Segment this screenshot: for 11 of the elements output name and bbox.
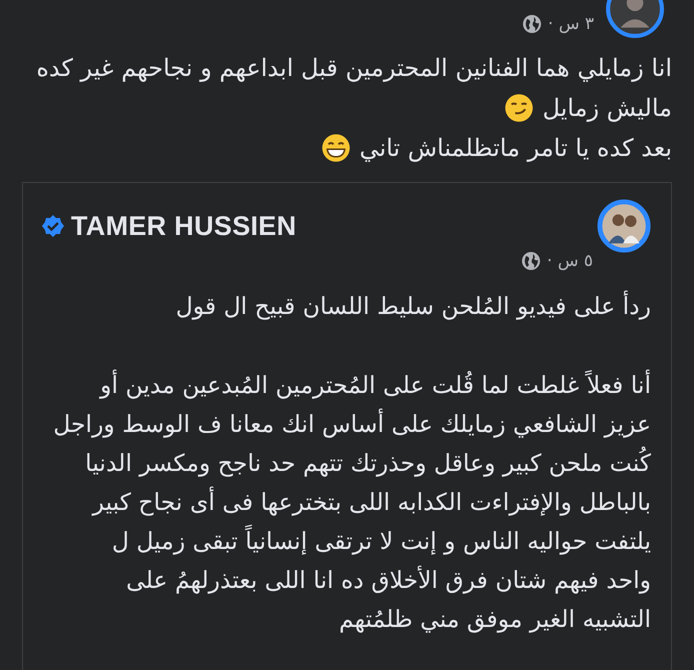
- author-name[interactable]: TAMER HUSSIEN: [71, 210, 296, 242]
- timestamp[interactable]: ٣ س ·: [548, 14, 594, 34]
- post-paragraph: أنا فعلاً غلطت لما قُلت على المُحترمين المُبدعين مدين أو عزيز الشافعي زمايلك على أساس انك معانا ف الوسط وراجل كُنت ملحن كبير وعاقل وحذرتك تتهم حد ناجح ومكسر الدنيا بالباطل والإفتراءت الكدابه اللى بتخترعها فى أى نجاح كبير يلتفت حواليه الناس و إنت لا ترتقى إنسانياً تبقى زميل ل واحد فيهم شتان فرق الأخلاق ده انا اللى بعتذرلهمُ على التشبيه الغير موفق مني ظلمُتهم: [52, 368, 651, 635]
- globe-icon: [522, 14, 542, 34]
- post-text: بعد كده يا تامر ماتظلمناش تاني: [359, 133, 672, 164]
- post-text: ماليش زمايل: [542, 93, 672, 124]
- timestamp[interactable]: ٥ س ·: [546, 251, 593, 271]
- globe-icon: [520, 251, 541, 271]
- post-text: انا زمايلي هما الفنانين المحترمين قبل ابداعهم و نجاحهم غير كده: [36, 53, 672, 84]
- avatar-icon[interactable]: [597, 199, 651, 253]
- post-paragraph: ردأ على فيديو المُلحن سليط اللسان قبيح ال قول: [174, 290, 651, 322]
